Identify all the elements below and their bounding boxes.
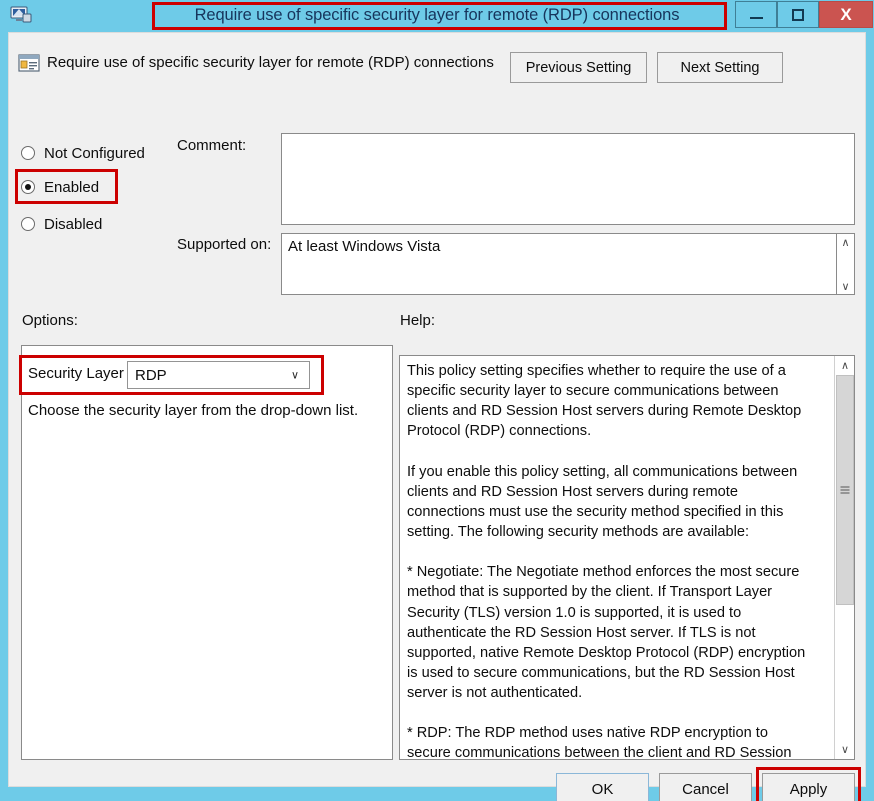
- scroll-down-icon[interactable]: ∨: [837, 278, 854, 294]
- dialog-client-area: Require use of specific security layer f…: [8, 32, 866, 801]
- scroll-down-icon[interactable]: ∨: [835, 740, 854, 759]
- chevron-down-icon: ∨: [290, 369, 299, 382]
- security-layer-hint: Choose the security layer from the drop-…: [28, 402, 359, 419]
- scroll-up-icon[interactable]: ∧: [835, 356, 854, 375]
- supported-on-text: At least Windows Vista: [288, 238, 441, 255]
- minimize-button[interactable]: [735, 1, 777, 28]
- next-setting-button[interactable]: Next Setting: [657, 52, 783, 83]
- apply-button[interactable]: Apply: [762, 773, 855, 801]
- maximize-icon: [792, 8, 804, 21]
- supported-on-value: At least Windows Vista ∧ ∨: [281, 233, 855, 295]
- help-text: This policy setting specifies whether to…: [407, 363, 806, 760]
- minimize-icon: [749, 17, 763, 19]
- scrollbar-grip-icon: [840, 486, 850, 494]
- scrollbar-thumb[interactable]: [836, 375, 854, 605]
- radio-not-configured-indicator: [21, 146, 35, 160]
- radio-disabled-indicator: [21, 217, 35, 231]
- supported-on-label: Supported on:: [177, 236, 272, 253]
- help-section-label: Help:: [400, 312, 436, 329]
- scroll-up-icon[interactable]: ∧: [837, 234, 854, 250]
- options-section-label: Options:: [22, 312, 78, 329]
- title-bar: Require use of specific security layer f…: [0, 0, 874, 30]
- security-layer-dropdown[interactable]: RDP ∨: [127, 361, 310, 389]
- title-highlight-box: [152, 2, 727, 30]
- radio-enabled-indicator: [21, 180, 35, 194]
- radio-disabled[interactable]: Disabled: [21, 212, 102, 236]
- setting-name-label: Require use of specific security layer f…: [47, 54, 494, 71]
- close-button[interactable]: X: [819, 1, 873, 28]
- radio-not-configured-label: Not Configured: [44, 144, 145, 162]
- radio-enabled[interactable]: Enabled: [21, 175, 99, 199]
- radio-disabled-label: Disabled: [44, 215, 103, 233]
- previous-setting-button[interactable]: Previous Setting: [510, 52, 647, 83]
- security-layer-label: Security Layer: [28, 365, 124, 382]
- policy-setting-icon: [18, 54, 40, 72]
- help-panel: This policy setting specifies whether to…: [399, 355, 855, 760]
- comment-input[interactable]: [281, 133, 855, 225]
- comment-label: Comment:: [177, 137, 247, 154]
- radio-enabled-label: Enabled: [44, 178, 100, 196]
- cancel-button[interactable]: Cancel: [659, 773, 752, 801]
- security-layer-value: RDP: [135, 366, 167, 384]
- close-icon: X: [840, 4, 852, 24]
- help-scrollbar[interactable]: ∧ ∨: [834, 356, 854, 759]
- radio-not-configured[interactable]: Not Configured: [21, 141, 145, 165]
- maximize-button[interactable]: [777, 1, 819, 28]
- supported-on-scrollbar[interactable]: ∧ ∨: [836, 234, 854, 294]
- ok-button[interactable]: OK: [556, 773, 649, 801]
- policy-setting-dialog-window: Require use of specific security layer f…: [0, 0, 874, 801]
